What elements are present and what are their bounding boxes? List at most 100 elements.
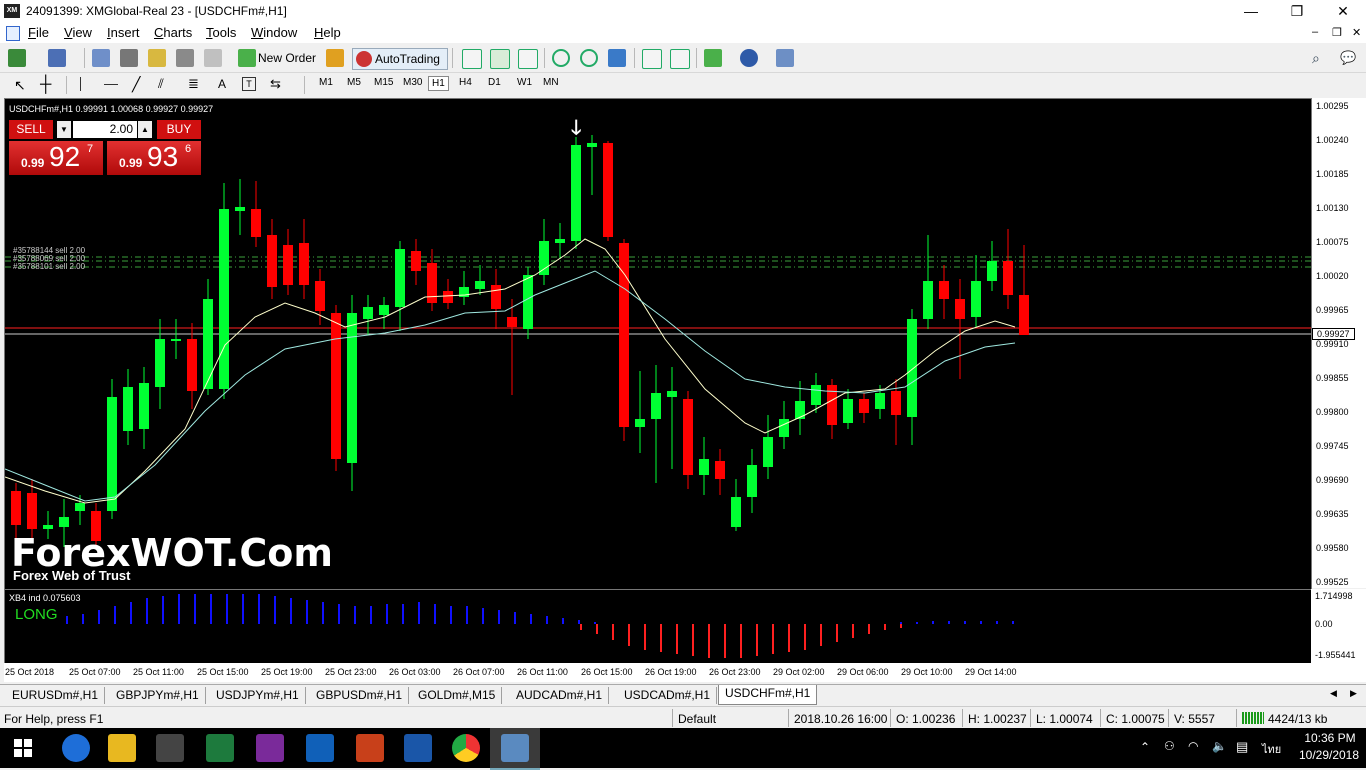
store-icon[interactable] [156, 734, 184, 762]
mdi-restore-icon[interactable]: ❐ [1332, 26, 1342, 39]
volume-input[interactable]: 2.00 [73, 121, 137, 138]
onenote-icon[interactable] [256, 734, 284, 762]
timeframe-h1[interactable]: H1 [428, 76, 449, 91]
timeframe-m30[interactable]: M30 [400, 76, 425, 89]
trendline-icon[interactable]: ╱ [132, 76, 140, 93]
candle-body [651, 393, 661, 419]
line-chart-icon[interactable] [518, 49, 538, 69]
windows-start-icon[interactable] [14, 739, 32, 757]
cursor-icon[interactable]: ↖ [14, 77, 28, 93]
buy-button[interactable]: BUY [157, 120, 201, 139]
chart-tab[interactable]: USDCHFm#,H1 [718, 685, 818, 705]
indicators-icon[interactable] [704, 49, 722, 67]
clock-date[interactable]: 10/29/2018 [1296, 748, 1362, 762]
toolbar-separator [452, 48, 453, 68]
text-label-icon[interactable]: T [242, 77, 256, 91]
chart-tab[interactable]: AUDCADm#,H1 [510, 687, 610, 704]
sell-price-button[interactable]: 0.99 92 7 [9, 141, 103, 175]
input-language[interactable]: ไทย [1262, 740, 1281, 758]
chat-icon[interactable]: 💬 [1340, 50, 1356, 66]
menu-file[interactable]: File [28, 25, 49, 40]
volume-up-icon[interactable]: ▲ [138, 121, 152, 138]
text-icon[interactable]: A [218, 77, 226, 91]
autotrading-button[interactable]: AutoTrading [352, 48, 448, 70]
profiles-icon[interactable] [48, 49, 66, 67]
price-chart[interactable]: USDCHFm#,H1 0.99991 1.00068 0.99927 0.99… [4, 98, 1312, 590]
candle-body [571, 145, 581, 241]
show-hidden-icons-icon[interactable]: ⌃ [1140, 740, 1150, 754]
new-order-button[interactable]: New Order [236, 48, 322, 68]
chart-tab[interactable]: USDJPYm#,H1 [210, 687, 306, 704]
market-watch-icon[interactable] [92, 49, 110, 67]
menu-tools[interactable]: Tools [206, 25, 236, 40]
buy-price-button[interactable]: 0.99 93 6 [107, 141, 201, 175]
search-icon[interactable]: ⌕ [1312, 50, 1320, 67]
down-arrow-signal-icon: 🡓 [571, 117, 582, 139]
menu-window[interactable]: Window [251, 25, 297, 40]
tab-scroll-right-icon[interactable]: ▶ [1350, 688, 1357, 699]
navigator-icon[interactable] [148, 49, 166, 67]
chart-shift-icon[interactable] [642, 49, 662, 69]
zoom-out-icon[interactable] [580, 49, 598, 67]
channel-icon[interactable]: ⫽ [158, 76, 164, 92]
sell-button[interactable]: SELL [9, 120, 53, 139]
minimize-button[interactable]: — [1228, 0, 1274, 23]
crosshair-icon[interactable]: ┼ [40, 76, 56, 93]
file-explorer-icon[interactable] [108, 734, 136, 762]
tile-windows-icon[interactable] [608, 49, 626, 67]
zoom-in-icon[interactable] [552, 49, 570, 67]
timeframe-h4[interactable]: H4 [456, 76, 475, 89]
timeframe-mn[interactable]: MN [540, 76, 562, 89]
metatrader-task[interactable] [490, 728, 540, 770]
templates-icon[interactable] [776, 49, 794, 67]
vertical-line-icon[interactable] [80, 77, 81, 91]
terminal-icon[interactable] [176, 49, 194, 67]
connection-bars-icon[interactable] [1242, 712, 1264, 724]
mdi-minimize-icon[interactable]: – [1312, 26, 1318, 38]
tab-scroll-left-icon[interactable]: ◀ [1330, 688, 1337, 699]
fibonacci-icon[interactable]: ≣ [188, 76, 199, 92]
word-icon[interactable] [404, 734, 432, 762]
document-icon[interactable] [6, 26, 20, 41]
chrome-icon[interactable] [452, 734, 480, 762]
timeframe-m5[interactable]: M5 [344, 76, 364, 89]
chart-tab[interactable]: EURUSDm#,H1 [6, 687, 106, 704]
mdi-close-icon[interactable]: ✕ [1352, 26, 1361, 39]
volume-down-icon[interactable]: ▼ [57, 121, 71, 138]
menu-insert[interactable]: Insert [107, 25, 140, 40]
timeframe-w1[interactable]: W1 [514, 76, 535, 89]
notifications-icon[interactable]: ▤ [1236, 739, 1248, 755]
data-window-icon[interactable] [120, 49, 138, 67]
chart-tab[interactable]: GBPJPYm#,H1 [110, 687, 206, 704]
excel-icon[interactable] [206, 734, 234, 762]
menu-charts[interactable]: Charts [154, 25, 192, 40]
candle-body [107, 397, 117, 511]
candlestick-icon[interactable] [490, 49, 510, 69]
menu-view[interactable]: View [64, 25, 92, 40]
menu-help[interactable]: Help [314, 25, 341, 40]
auto-scroll-icon[interactable] [670, 49, 690, 69]
clock-time[interactable]: 10:36 PM [1300, 731, 1360, 745]
maximize-button[interactable]: ❐ [1274, 0, 1320, 23]
indicator-window[interactable]: XB4 ind 0.075603 LONG [4, 589, 1312, 665]
periods-clock-icon[interactable] [740, 49, 758, 67]
timeframe-m1[interactable]: M1 [316, 76, 336, 89]
chart-tab[interactable]: GOLDm#,M15 [412, 687, 503, 704]
outlook-icon[interactable] [306, 734, 334, 762]
close-button[interactable]: ✕ [1320, 0, 1366, 23]
bar-chart-icon[interactable] [462, 49, 482, 69]
arrows-icon[interactable]: ⇆ [270, 76, 281, 92]
horizontal-line-icon[interactable] [104, 84, 118, 85]
metaeditor-icon[interactable] [326, 49, 344, 67]
edge-icon[interactable] [62, 734, 90, 762]
people-icon[interactable]: ⚇ [1164, 739, 1175, 753]
chart-tab[interactable]: GBPUSDm#,H1 [310, 687, 410, 704]
tester-icon[interactable] [204, 49, 222, 67]
new-chart-icon[interactable] [8, 49, 26, 67]
timeframe-m15[interactable]: M15 [371, 76, 396, 89]
timeframe-d1[interactable]: D1 [485, 76, 504, 89]
volume-icon[interactable]: 🔈 [1212, 739, 1227, 753]
powerpoint-icon[interactable] [356, 734, 384, 762]
chart-tab[interactable]: USDCADm#,H1 [618, 687, 718, 704]
wifi-icon[interactable]: ◠ [1188, 739, 1198, 753]
